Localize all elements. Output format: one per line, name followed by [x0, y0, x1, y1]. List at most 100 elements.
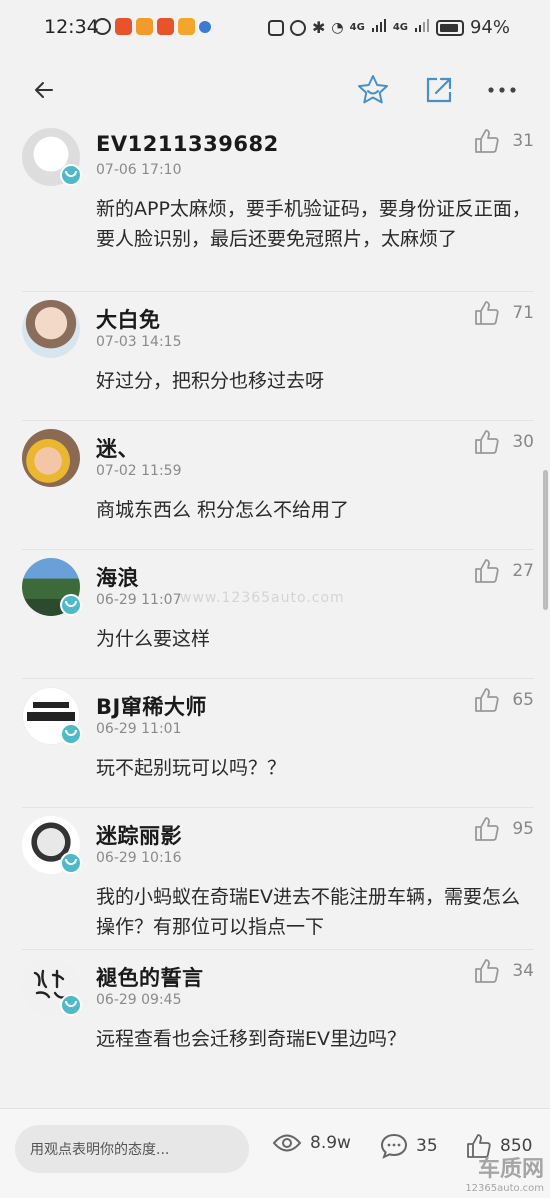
notification-icons — [94, 18, 211, 35]
app-notification-icon — [157, 18, 174, 35]
like-count: 30 — [512, 432, 534, 452]
like-count: 71 — [512, 303, 534, 323]
like-button[interactable]: 30 — [474, 429, 534, 455]
wifi-icon: ◔ — [331, 19, 344, 36]
comment-author[interactable]: 迷踪丽影 — [96, 820, 182, 850]
comment-input[interactable]: 用观点表明你的态度... — [15, 1125, 249, 1173]
like-count: 27 — [512, 561, 534, 581]
comment-text: 我的小蚂蚁在奇瑞EV进去不能注册车辆，需要怎么操作？有那位可以指点一下 — [96, 886, 521, 938]
verified-badge-icon — [60, 723, 82, 745]
comment-item: 海浪 06-29 11:07 为什么要这样 27 — [22, 550, 534, 679]
comment-author[interactable]: EV1211339682 — [96, 132, 279, 156]
eye-icon — [272, 1134, 302, 1152]
watermark-text: www.12365auto.com — [180, 590, 345, 606]
thumbs-up-icon — [475, 688, 499, 712]
comment-author[interactable]: BJ窜稀大师 — [96, 691, 207, 721]
comment-text: 好过分，把积分也移过去呀 — [96, 370, 325, 392]
like-button[interactable]: 31 — [474, 128, 534, 154]
like-button[interactable]: 27 — [474, 558, 534, 584]
scrollbar[interactable] — [543, 470, 548, 610]
more-button[interactable] — [482, 70, 522, 110]
dot-notification-icon — [199, 20, 211, 33]
thumbs-up-icon — [475, 129, 499, 153]
comment-text: 新的APP太麻烦，要手机验证码，要身份证反正面，要人脸识别，最后还要免冠照片，太… — [96, 198, 531, 250]
comment-item: 大白免 07-03 14:15 好过分，把积分也移过去呀 71 — [22, 292, 534, 421]
avatar[interactable] — [22, 429, 80, 487]
like-button[interactable]: 34 — [474, 958, 534, 984]
thumbs-up-icon — [475, 817, 499, 841]
verified-badge-icon — [60, 852, 82, 874]
comment-input-placeholder: 用观点表明你的态度... — [30, 1142, 170, 1158]
thumbs-up-icon — [475, 430, 499, 454]
play-notification-icon — [136, 18, 153, 35]
comment-item: BJ窜稀大师 06-29 11:01 玩不起别玩可以吗？？ 65 — [22, 679, 534, 808]
back-button[interactable] — [24, 70, 64, 110]
comment-bubble-icon — [380, 1133, 408, 1159]
comment-author[interactable]: 大白免 — [96, 304, 161, 334]
comment-time: 07-03 14:15 — [96, 334, 182, 350]
comment-item: 褪色的誓言 06-29 09:45 远程查看也会迁移到奇瑞EV里边吗？ 34 — [22, 950, 534, 1088]
comment-time: 06-29 11:07 — [96, 592, 182, 608]
favorite-button[interactable] — [353, 70, 393, 110]
verified-badge-icon — [60, 594, 82, 616]
verified-badge-icon — [60, 164, 82, 186]
signal-icon — [371, 18, 387, 37]
thumbs-up-icon — [475, 301, 499, 325]
like-button[interactable]: 71 — [474, 300, 534, 326]
comments-button[interactable]: 35 — [380, 1133, 438, 1159]
like-count: 65 — [512, 690, 534, 710]
status-time: 12:34 — [44, 16, 99, 38]
comment-item: 迷、 07-02 11:59 商城东西么 积分怎么不给用了 30 — [22, 421, 534, 550]
comment-author[interactable]: 迷、 — [96, 433, 139, 463]
status-right: ✱ ◔ 4G 4G 94% — [268, 17, 510, 38]
bottom-bar: 用观点表明你的态度... 8.9w 35 850 车质网 12365auto.c… — [0, 1108, 550, 1198]
signal-icon — [414, 18, 430, 37]
battery-icon — [435, 19, 464, 36]
thumbs-up-icon — [475, 559, 499, 583]
like-count: 31 — [512, 131, 534, 151]
thumbs-up-icon — [475, 959, 499, 983]
alarm-icon — [290, 19, 307, 36]
comment-text: 为什么要这样 — [96, 628, 211, 650]
corner-watermark: 车质网 12365auto.com — [465, 1151, 544, 1194]
like-count: 34 — [512, 961, 534, 981]
comment-time: 07-02 11:59 — [96, 463, 182, 479]
comment-item: 迷踪丽影 06-29 10:16 我的小蚂蚁在奇瑞EV进去不能注册车辆，需要怎么… — [22, 808, 534, 950]
views-stat: 8.9w — [272, 1133, 351, 1153]
battery-percent: 94% — [469, 17, 510, 38]
comment-author[interactable]: 褪色的誓言 — [96, 962, 204, 992]
comment-text: 商城东西么 积分怎么不给用了 — [96, 499, 350, 521]
status-bar: 12:34 ✱ ◔ 4G 4G 94% — [0, 0, 550, 58]
eye-icon — [94, 18, 111, 35]
top-nav — [0, 58, 550, 120]
comment-time: 06-29 10:16 — [96, 850, 182, 866]
comment-time: 06-29 11:01 — [96, 721, 182, 737]
more-icon — [488, 87, 516, 93]
views-count: 8.9w — [310, 1133, 351, 1153]
network-label-1: 4G — [349, 22, 365, 33]
star-icon — [358, 75, 388, 104]
network-label-2: 4G — [392, 22, 408, 33]
like-button[interactable]: 65 — [474, 687, 534, 713]
like-count: 95 — [512, 819, 534, 839]
nfc-icon — [268, 19, 285, 36]
avatar[interactable] — [22, 300, 80, 358]
like-button[interactable]: 95 — [474, 816, 534, 842]
app-notification-icon — [115, 18, 132, 35]
corner-watermark-url: 12365auto.com — [465, 1183, 544, 1194]
bluetooth-icon: ✱ — [312, 18, 326, 37]
verified-badge-icon — [60, 994, 82, 1016]
comment-time: 06-29 09:45 — [96, 992, 182, 1008]
comment-text: 远程查看也会迁移到奇瑞EV里边吗？ — [96, 1028, 407, 1050]
comment-text: 玩不起别玩可以吗？？ — [96, 757, 287, 779]
share-button[interactable] — [419, 70, 459, 110]
corner-watermark-title: 车质网 — [477, 1157, 544, 1182]
share-icon — [426, 77, 452, 103]
avatar-logo — [23, 702, 79, 721]
comment-author[interactable]: 海浪 — [96, 562, 139, 592]
app-notification-icon — [178, 18, 195, 35]
comment-time: 07-06 17:10 — [96, 162, 182, 178]
arrow-left-icon — [35, 82, 53, 98]
comment-item: EV1211339682 07-06 17:10 新的APP太麻烦，要手机验证码… — [22, 120, 534, 292]
comments-count: 35 — [416, 1136, 438, 1156]
